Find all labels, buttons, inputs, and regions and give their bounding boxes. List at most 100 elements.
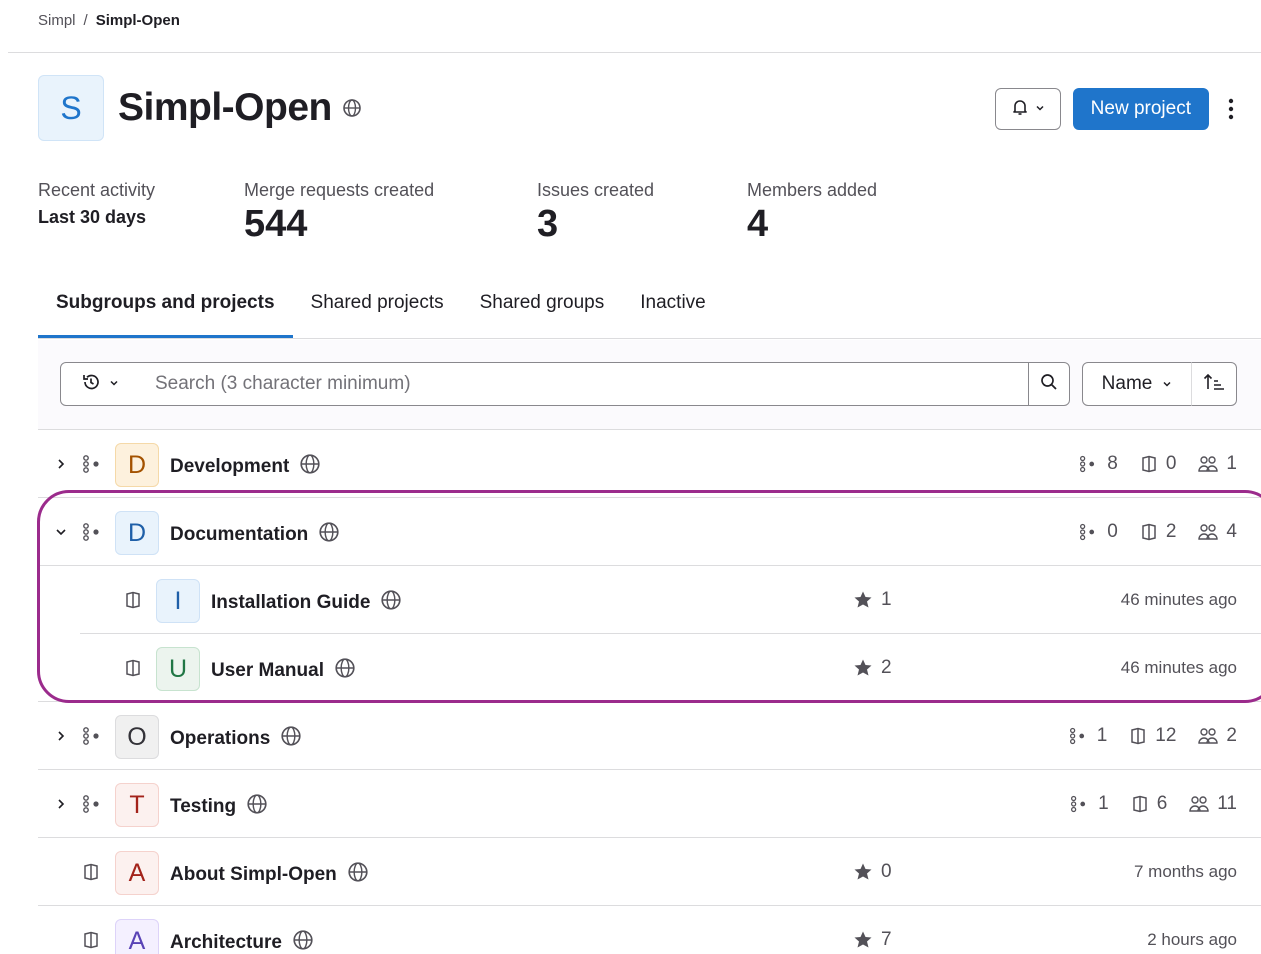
tab-shared-groups[interactable]: Shared groups <box>462 288 623 338</box>
star-count: 0 <box>853 861 892 883</box>
item-name[interactable]: Documentation <box>170 521 340 549</box>
list-item[interactable]: U User Manual 2 46 minutes ago <box>80 634 1261 702</box>
star-icon <box>854 659 872 676</box>
star-count: 1 <box>853 589 892 611</box>
new-project-button[interactable]: New project <box>1072 88 1209 130</box>
subgroup-icon <box>82 455 104 473</box>
subgroup-icon <box>1069 727 1084 745</box>
sort-by-dropdown[interactable]: Name <box>1082 362 1192 406</box>
project-icon <box>124 659 142 677</box>
item-name-text[interactable]: Testing <box>170 796 236 818</box>
list-item[interactable]: I Installation Guide 1 46 minutes ago <box>80 566 1261 634</box>
chevron-right-icon[interactable] <box>54 454 68 474</box>
item-name-text[interactable]: About Simpl-Open <box>170 864 337 886</box>
search-button[interactable] <box>1028 362 1070 406</box>
item-counts: 8 0 1 <box>1079 453 1237 475</box>
item-name[interactable]: User Manual <box>211 657 356 685</box>
updated-time: 46 minutes ago <box>1120 590 1237 609</box>
users-icon <box>1198 524 1219 540</box>
member-count: 2 <box>1198 725 1237 747</box>
chevron-down-icon <box>1162 373 1172 395</box>
users-icon <box>1198 728 1219 744</box>
star-count-value: 7 <box>881 929 892 950</box>
project-icon <box>1142 455 1156 473</box>
list-item[interactable]: D Documentation 0 2 4 <box>38 498 1261 566</box>
avatar: T <box>115 783 159 827</box>
project-icon <box>1132 795 1147 813</box>
updated-time: 7 months ago <box>1133 862 1237 881</box>
member-count: 1 <box>1198 453 1237 475</box>
search-icon <box>1040 373 1058 396</box>
chevron-right-icon[interactable] <box>54 726 68 746</box>
globe-icon <box>347 861 369 889</box>
avatar: O <box>115 715 159 759</box>
star-count-value: 0 <box>881 861 892 882</box>
project-count: 0 <box>1140 453 1177 475</box>
breadcrumb-current[interactable]: Simpl-Open <box>96 12 180 29</box>
item-name[interactable]: About Simpl-Open <box>170 861 369 889</box>
project-count-value: 6 <box>1156 793 1168 814</box>
subgroup-count: 1 <box>1070 793 1109 815</box>
subgroup-icon <box>82 523 104 541</box>
item-name[interactable]: Operations <box>170 725 302 753</box>
list-item[interactable]: A Architecture 7 2 hours ago <box>38 906 1261 954</box>
globe-icon <box>380 589 402 617</box>
star-icon <box>854 591 872 608</box>
subgroup-count-value: 0 <box>1107 521 1118 542</box>
project-icon <box>82 931 100 949</box>
member-count: 11 <box>1189 793 1237 815</box>
project-count: 2 <box>1140 521 1176 543</box>
subgroup-count-value: 1 <box>1098 793 1109 814</box>
item-name-text[interactable]: Development <box>170 456 289 478</box>
breadcrumb-separator: / <box>83 12 88 29</box>
item-name-text[interactable]: Documentation <box>170 524 308 546</box>
avatar: D <box>115 443 159 487</box>
item-name[interactable]: Testing <box>170 793 268 821</box>
chevron-down-icon[interactable] <box>54 522 68 542</box>
member-count-value: 11 <box>1217 793 1237 814</box>
tab-shared-projects[interactable]: Shared projects <box>293 288 462 338</box>
merge-requests-stat: Merge requests created 544 <box>244 180 537 246</box>
item-counts: 1 6 11 <box>1070 793 1237 815</box>
breadcrumb-parent[interactable]: Simpl <box>38 12 76 29</box>
globe-icon <box>334 657 356 685</box>
tab-inactive[interactable]: Inactive <box>622 288 723 338</box>
list-item[interactable]: T Testing 1 6 11 <box>38 770 1261 838</box>
project-icon <box>124 591 142 609</box>
item-name[interactable]: Architecture <box>170 929 314 954</box>
item-name[interactable]: Installation Guide <box>211 589 402 617</box>
list-item[interactable]: D Development 8 0 1 <box>38 430 1261 498</box>
globe-icon <box>280 725 302 753</box>
item-name-text[interactable]: Operations <box>170 728 270 750</box>
globe-icon <box>342 98 362 118</box>
star-count-value: 1 <box>881 589 892 610</box>
issues-label: Issues created <box>537 180 655 200</box>
notification-settings-button[interactable] <box>994 88 1061 130</box>
subgroup-count: 1 <box>1069 725 1107 747</box>
more-actions-icon[interactable] <box>1221 88 1241 130</box>
item-name-text[interactable]: User Manual <box>211 660 324 682</box>
subgroup-icon <box>1080 523 1095 541</box>
activity-stats: Recent activity Last 30 days Merge reque… <box>38 180 877 246</box>
chevron-down-icon <box>109 375 119 393</box>
sort-direction-button[interactable] <box>1191 362 1237 406</box>
item-name-text[interactable]: Installation Guide <box>211 592 370 614</box>
item-name[interactable]: Development <box>170 453 321 481</box>
search-input[interactable]: Search (3 character minimum) <box>139 362 1029 406</box>
subgroup-icon <box>82 727 104 745</box>
updated-time: 2 hours ago <box>1147 930 1237 949</box>
chevron-right-icon[interactable] <box>54 794 68 814</box>
project-count: 12 <box>1129 725 1176 747</box>
header-actions: New project <box>994 88 1241 130</box>
recent-searches-button[interactable] <box>60 362 140 406</box>
member-count: 4 <box>1198 521 1237 543</box>
subgroup-count: 0 <box>1079 521 1118 543</box>
list-item[interactable]: O Operations 1 12 2 <box>38 702 1261 770</box>
item-counts: 1 12 2 <box>1069 725 1237 747</box>
tab-subgroups-and-projects[interactable]: Subgroups and projects <box>38 288 293 338</box>
member-count-value: 4 <box>1226 521 1237 542</box>
project-count-value: 0 <box>1165 453 1177 474</box>
list-item[interactable]: A About Simpl-Open 0 7 months ago <box>38 838 1261 906</box>
item-name-text[interactable]: Architecture <box>170 932 282 954</box>
recent-activity-label: Recent activity <box>38 180 156 200</box>
